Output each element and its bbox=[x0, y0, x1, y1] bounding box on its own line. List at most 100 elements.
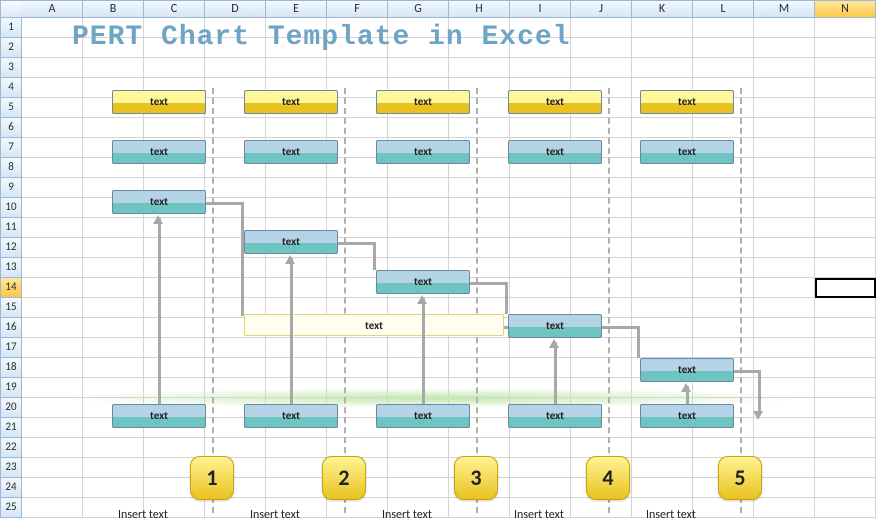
lane-caption[interactable]: Insert text bbox=[646, 508, 696, 522]
task-box-yellow[interactable]: text bbox=[244, 90, 338, 114]
row-header[interactable]: 17 bbox=[0, 338, 22, 358]
row-header[interactable]: 3 bbox=[0, 58, 22, 78]
column-headers: ABCDEFGHIJKLMN bbox=[0, 0, 876, 18]
lane-divider bbox=[212, 88, 214, 513]
row-header[interactable]: 8 bbox=[0, 158, 22, 178]
column-header[interactable]: H bbox=[449, 0, 510, 18]
lane-number-badge: 1 bbox=[190, 456, 234, 500]
lane-caption[interactable]: Insert text bbox=[118, 508, 168, 522]
task-box-blue[interactable]: text bbox=[244, 404, 338, 428]
connector-arrow bbox=[290, 258, 293, 404]
row-header[interactable]: 11 bbox=[0, 218, 22, 238]
task-box-blue[interactable]: text bbox=[508, 314, 602, 338]
lane-divider bbox=[344, 88, 346, 513]
connector-line bbox=[758, 370, 761, 414]
task-box-blue[interactable]: text bbox=[244, 230, 338, 254]
row-header[interactable]: 1 bbox=[0, 18, 22, 38]
row-header[interactable]: 18 bbox=[0, 358, 22, 378]
row-header[interactable]: 24 bbox=[0, 478, 22, 498]
row-header[interactable]: 2 bbox=[0, 38, 22, 58]
row-header[interactable]: 15 bbox=[0, 298, 22, 318]
connector-arrow bbox=[158, 218, 161, 404]
row-header[interactable]: 20 bbox=[0, 398, 22, 418]
row-header[interactable]: 7 bbox=[0, 138, 22, 158]
row-header[interactable]: 23 bbox=[0, 458, 22, 478]
arrowhead-icon bbox=[417, 295, 427, 304]
row-header[interactable]: 22 bbox=[0, 438, 22, 458]
lane-divider bbox=[476, 88, 478, 513]
arrowhead-icon bbox=[153, 215, 163, 224]
page-title: PERT Chart Template in Excel bbox=[72, 22, 570, 53]
connector-line bbox=[734, 370, 760, 373]
row-header[interactable]: 5 bbox=[0, 98, 22, 118]
column-header[interactable]: A bbox=[22, 0, 83, 18]
task-box-blue[interactable]: text bbox=[640, 140, 734, 164]
task-box-blue[interactable]: text bbox=[244, 140, 338, 164]
row-header[interactable]: 14 bbox=[0, 278, 22, 298]
lane-number-badge: 2 bbox=[322, 456, 366, 500]
task-box-blue[interactable]: text bbox=[640, 404, 734, 428]
task-box-blue[interactable]: text bbox=[112, 404, 206, 428]
row-headers: 1234567891011121314151617181920212223242… bbox=[0, 18, 22, 518]
task-box-yellow[interactable]: text bbox=[112, 90, 206, 114]
row-header[interactable]: 9 bbox=[0, 178, 22, 198]
row-header[interactable]: 19 bbox=[0, 378, 22, 398]
select-all-corner[interactable] bbox=[0, 0, 22, 18]
column-header[interactable]: B bbox=[83, 0, 144, 18]
row-header[interactable]: 12 bbox=[0, 238, 22, 258]
diagram-canvas: PERT Chart Template in Excel text text t… bbox=[22, 18, 842, 518]
row-header[interactable]: 16 bbox=[0, 318, 22, 338]
row-header[interactable]: 6 bbox=[0, 118, 22, 138]
task-box-blue[interactable]: text bbox=[640, 358, 734, 382]
task-box-blue[interactable]: text bbox=[112, 190, 206, 214]
lane-divider bbox=[740, 88, 742, 513]
task-box-blue[interactable]: text bbox=[508, 404, 602, 428]
column-header[interactable]: L bbox=[693, 0, 754, 18]
column-header[interactable]: I bbox=[510, 0, 571, 18]
task-box-blue[interactable]: text bbox=[376, 404, 470, 428]
connector-line bbox=[470, 282, 508, 285]
connector-line bbox=[373, 242, 376, 270]
column-header[interactable]: D bbox=[205, 0, 266, 18]
column-header[interactable]: M bbox=[754, 0, 815, 18]
task-box-blue[interactable]: text bbox=[112, 140, 206, 164]
task-box-yellow[interactable]: text bbox=[640, 90, 734, 114]
connector-arrow bbox=[422, 298, 425, 404]
column-header[interactable]: K bbox=[632, 0, 693, 18]
column-header[interactable]: E bbox=[266, 0, 327, 18]
annotation-box[interactable]: text bbox=[244, 314, 504, 336]
task-box-blue[interactable]: text bbox=[508, 140, 602, 164]
column-header[interactable]: J bbox=[571, 0, 632, 18]
column-header[interactable]: F bbox=[327, 0, 388, 18]
connector-line bbox=[505, 282, 508, 314]
lane-divider bbox=[608, 88, 610, 513]
task-box-blue[interactable]: text bbox=[376, 270, 470, 294]
row-header[interactable]: 10 bbox=[0, 198, 22, 218]
lane-number-badge: 5 bbox=[718, 456, 762, 500]
arrowhead-icon bbox=[753, 411, 763, 420]
arrowhead-icon bbox=[285, 255, 295, 264]
lane-caption[interactable]: Insert text bbox=[382, 508, 432, 522]
row-header[interactable]: 25 bbox=[0, 498, 22, 518]
row-header[interactable]: 13 bbox=[0, 258, 22, 278]
lane-caption[interactable]: Insert text bbox=[250, 508, 300, 522]
connector-line bbox=[206, 202, 244, 205]
column-header[interactable]: N bbox=[815, 0, 876, 18]
lane-caption[interactable]: Insert text bbox=[514, 508, 564, 522]
connector-line bbox=[637, 326, 640, 358]
arrowhead-icon bbox=[681, 383, 691, 392]
lane-number-badge: 3 bbox=[454, 456, 498, 500]
connector-arrow bbox=[554, 342, 557, 404]
connector-line bbox=[241, 202, 244, 316]
row-header[interactable]: 21 bbox=[0, 418, 22, 438]
connector-line bbox=[602, 326, 640, 329]
task-box-yellow[interactable]: text bbox=[508, 90, 602, 114]
column-header[interactable]: C bbox=[144, 0, 205, 18]
column-header[interactable]: G bbox=[388, 0, 449, 18]
task-box-yellow[interactable]: text bbox=[376, 90, 470, 114]
lane-number-badge: 4 bbox=[586, 456, 630, 500]
row-header[interactable]: 4 bbox=[0, 78, 22, 98]
arrowhead-icon bbox=[549, 339, 559, 348]
task-box-blue[interactable]: text bbox=[376, 140, 470, 164]
connector-line bbox=[338, 242, 376, 245]
